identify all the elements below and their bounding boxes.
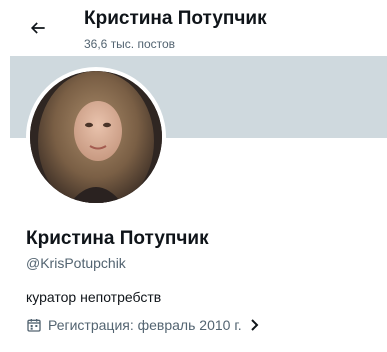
profile-header: Кристина Потупчик 36,6 тыс. постов [0,0,387,56]
post-count: 36,6 тыс. постов [84,37,176,51]
back-button[interactable] [22,12,54,44]
avatar-photo [30,71,162,203]
join-date-label: Регистрация: февраль 2010 г. [48,317,242,333]
header-title: Кристина Потупчик [84,8,267,29]
avatar[interactable] [26,67,166,207]
profile-handle: @KrisPotupchik [26,255,126,271]
chevron-right-icon [250,319,259,331]
avatar-portrait [30,71,162,203]
profile-name: Кристина Потупчик [26,228,209,249]
profile-bio: куратор непотребств [26,289,162,305]
back-arrow-icon [30,22,45,34]
join-date[interactable]: Регистрация: февраль 2010 г. [26,317,260,333]
calendar-icon [27,319,41,332]
